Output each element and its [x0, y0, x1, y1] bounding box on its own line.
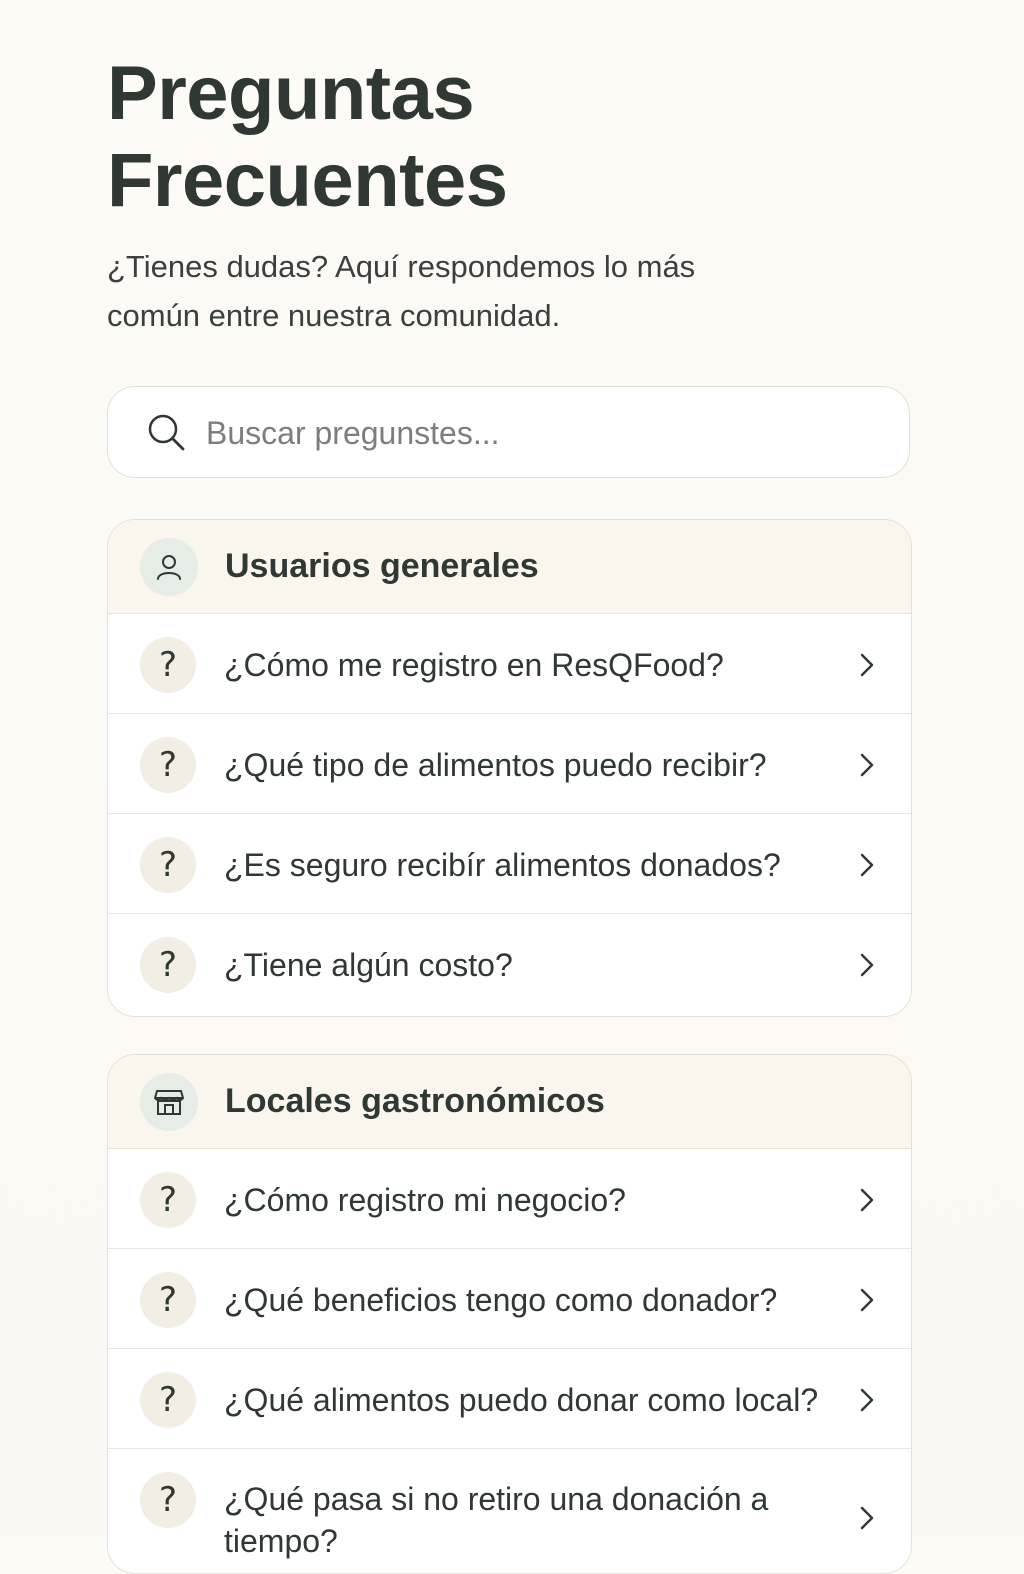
chevron-right-icon: [860, 953, 874, 977]
chevron-right-icon: [860, 653, 874, 677]
question-mark-icon: ?: [140, 1172, 196, 1228]
question-mark-icon: ?: [140, 1272, 196, 1328]
faq-question: ¿Cómo me registro en ResQFood?: [224, 647, 724, 683]
page-title: Preguntas Frecuentes: [107, 51, 508, 223]
chevron-right-icon: [860, 753, 874, 777]
faq-question: ¿Tiene algún costo?: [224, 947, 513, 983]
chevron-right-icon: [860, 1388, 874, 1412]
faq-item[interactable]: ? ¿Qué alimentos puedo donar como local?: [108, 1349, 911, 1449]
faq-item[interactable]: ? ¿Es seguro recibír alimentos donados?: [108, 814, 911, 914]
section-header: Locales gastronómicos: [108, 1055, 911, 1149]
store-icon: [140, 1073, 198, 1131]
faq-question: ¿Qué beneficios tengo como donador?: [224, 1282, 778, 1318]
faq-item[interactable]: ? ¿Tiene algún costo?: [108, 914, 911, 1014]
question-mark-icon: ?: [140, 837, 196, 893]
section-title: Locales gastronómicos: [225, 1082, 605, 1120]
question-mark-icon: ?: [140, 937, 196, 993]
question-mark-icon: ?: [140, 737, 196, 793]
faq-item[interactable]: ? ¿Qué beneficios tengo como donador?: [108, 1249, 911, 1349]
search-bar[interactable]: [107, 386, 910, 478]
question-mark-icon: ?: [140, 1372, 196, 1428]
faq-question: ¿Qué alimentos puedo donar como local?: [224, 1382, 819, 1418]
chevron-right-icon: [860, 853, 874, 877]
faq-item[interactable]: ? ¿Cómo registro mi negocio?: [108, 1149, 911, 1249]
page-subtitle: ¿Tienes dudas? Aquí respondemos lo más c…: [107, 249, 696, 333]
question-mark-icon: ?: [140, 1472, 196, 1528]
chevron-right-icon: [860, 1188, 874, 1212]
section-title: Usuarios generales: [225, 547, 539, 585]
faq-section-general-users: Usuarios generales ? ¿Cómo me registro e…: [107, 519, 912, 1017]
faq-item[interactable]: ? ¿Qué pasa si no retiro una donación a …: [108, 1449, 911, 1573]
faq-question: ¿Qué tipo de alimentos puedo recibir?: [224, 747, 767, 783]
question-mark-icon: ?: [140, 637, 196, 693]
chevron-right-icon: [860, 1506, 874, 1530]
faq-section-restaurants: Locales gastronómicos ? ¿Cómo registro m…: [107, 1054, 912, 1574]
faq-question: ¿Qué pasa si no retiro una donación a ti…: [224, 1481, 769, 1559]
faq-question: ¿Es seguro recibír alimentos donados?: [224, 847, 781, 883]
search-input[interactable]: [206, 407, 866, 459]
faq-item[interactable]: ? ¿Cómo me registro en ResQFood?: [108, 614, 911, 714]
user-icon: [140, 538, 198, 596]
faq-item[interactable]: ? ¿Qué tipo de alimentos puedo recibir?: [108, 714, 911, 814]
chevron-right-icon: [860, 1288, 874, 1312]
section-header: Usuarios generales: [108, 520, 911, 614]
search-icon: [148, 414, 185, 451]
faq-question: ¿Cómo registro mi negocio?: [224, 1182, 626, 1218]
